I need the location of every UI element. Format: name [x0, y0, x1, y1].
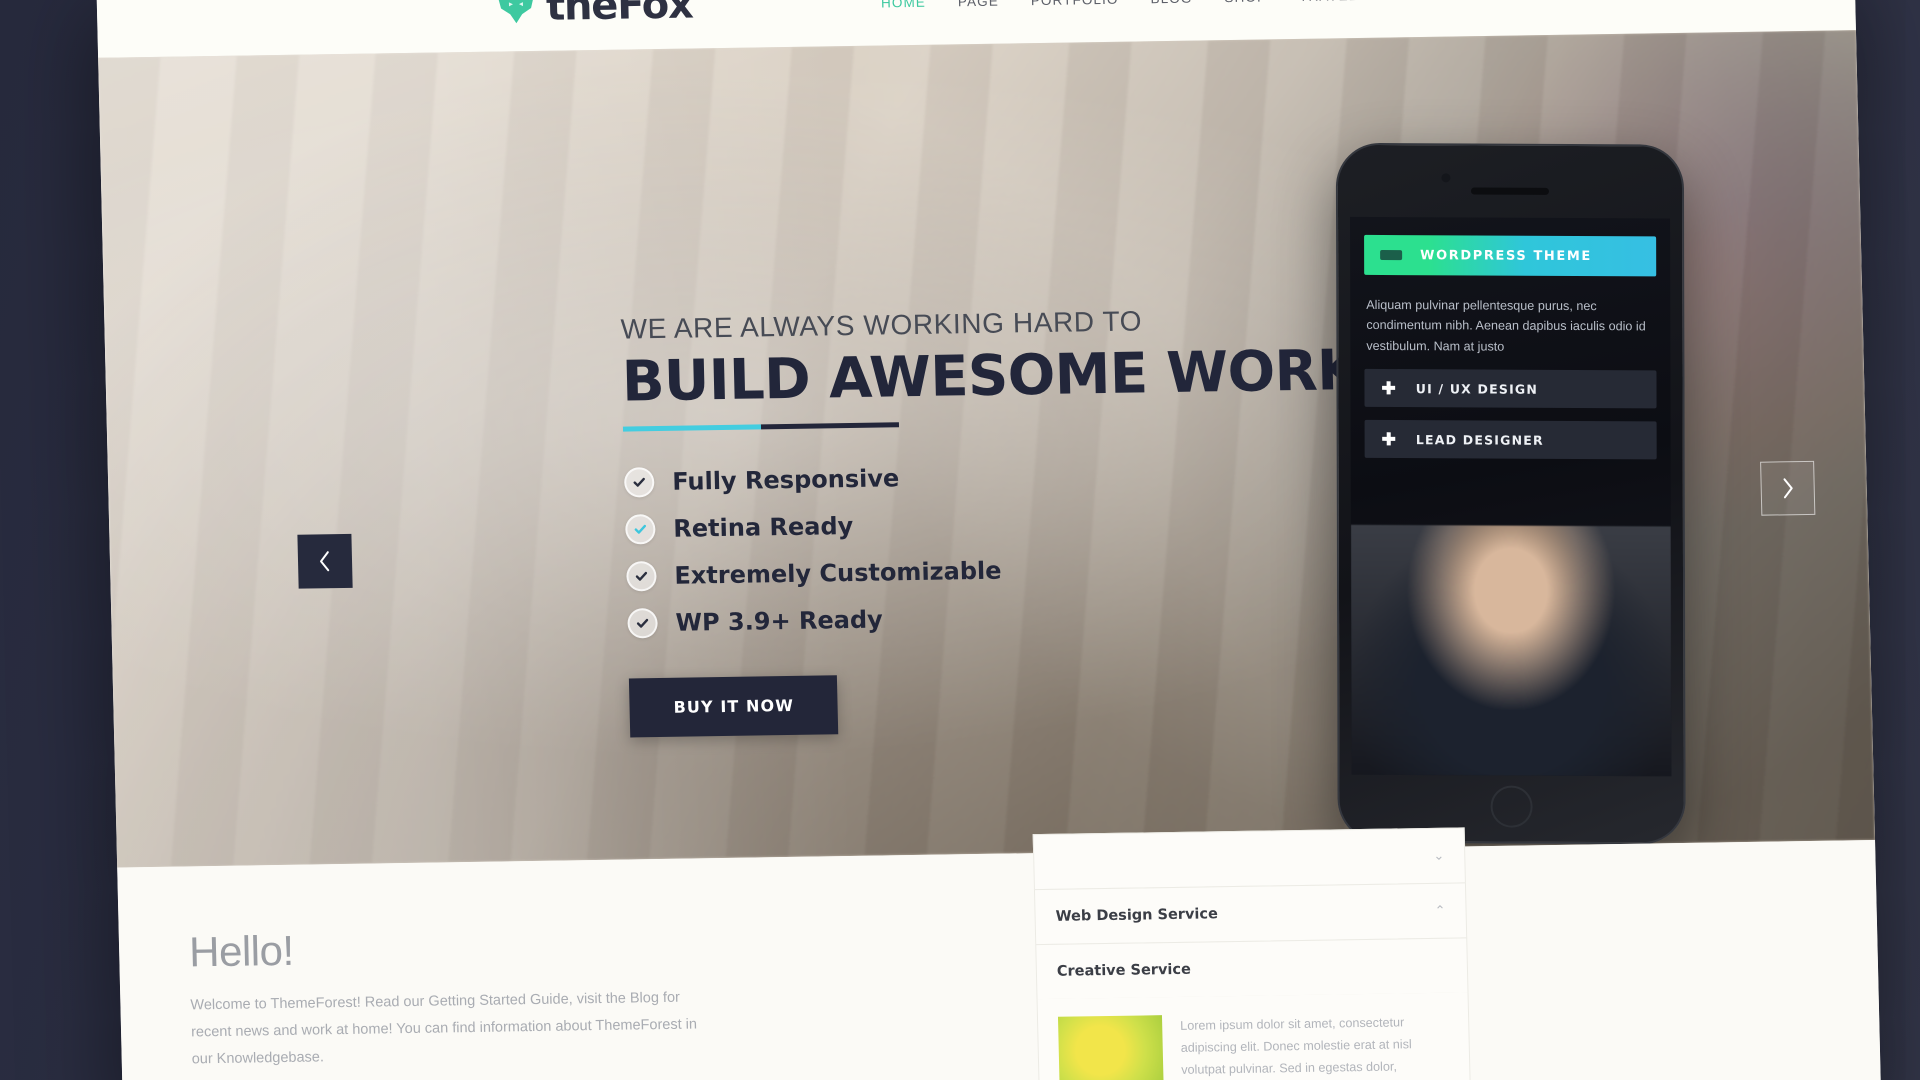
- phone-panel-title: WORDPRESS THEME: [1420, 247, 1592, 264]
- feature-label: Fully Responsive: [671, 464, 900, 496]
- chevron-up-icon: ⌃: [1434, 902, 1446, 918]
- phone-row-label: LEAD DESIGNER: [1415, 431, 1544, 448]
- nav-item-home[interactable]: HOME: [865, 0, 942, 10]
- nav-item-page[interactable]: PAGE: [942, 0, 1015, 9]
- phone-accordion-row-ui-ux[interactable]: ✚ UI / UX DESIGN: [1364, 369, 1657, 409]
- phone-speaker: [1470, 187, 1549, 195]
- header-icon-group: [1727, 0, 1816, 2]
- logo-wordmark: theFox: [545, 0, 694, 30]
- accordion-thumbnail-image: [1057, 1015, 1164, 1080]
- list-item: Retina Ready: [625, 504, 1266, 545]
- phone-screen: WORDPRESS THEME Aliquam pulvinar pellent…: [1350, 216, 1672, 777]
- phone-accordion-row-lead-designer[interactable]: ✚ LEAD DESIGNER: [1364, 420, 1657, 460]
- desktop-backdrop: theFox HOME PAGE PORTFOLIO BLOG SHOP TRA…: [0, 0, 1920, 1080]
- phone-portrait-photo: [1350, 524, 1672, 777]
- phone-panel-text: Aliquam pulvinar pellentesque purus, nec…: [1366, 297, 1646, 354]
- minus-icon: [1380, 249, 1403, 261]
- list-item: Extremely Customizable: [626, 551, 1267, 592]
- intro-paragraph: Welcome to ThemeForest! Read our Getting…: [190, 989, 698, 1068]
- nav-item-blog[interactable]: BLOG: [1134, 0, 1208, 6]
- accordion-body-text: Lorem ipsum dolor sit amet, consectetur …: [1180, 1015, 1412, 1077]
- shopping-basket-icon[interactable]: [1789, 0, 1816, 1]
- nav-item-shop[interactable]: SHOP: [1208, 0, 1283, 5]
- page-title: Hello!: [188, 926, 295, 976]
- feature-label: WP 3.9+ Ready: [675, 605, 884, 637]
- hero-title: BUILD AWESOME WORK: [621, 338, 1361, 415]
- accordion-title: Creative Service: [1056, 961, 1192, 980]
- check-circle-icon: [627, 607, 658, 639]
- chevron-down-icon: ⌄: [1433, 847, 1445, 863]
- fox-head-icon: [495, 0, 538, 25]
- accordion-panel-body: Lorem ipsum dolor sit amet, consectetur …: [1036, 992, 1473, 1080]
- accordion-title: Web Design Service: [1055, 906, 1219, 925]
- nav-item-portfolio[interactable]: PORTFOLIO: [1015, 0, 1135, 8]
- list-item: WP 3.9+ Ready: [627, 598, 1268, 639]
- phone-home-button: [1490, 785, 1533, 828]
- phone-camera: [1441, 173, 1451, 183]
- site-logo[interactable]: theFox: [494, 0, 693, 31]
- hero-accent-rule: [622, 422, 900, 432]
- nav-item-travel[interactable]: TRAVEL: [1283, 0, 1373, 4]
- phone-panel-header[interactable]: WORDPRESS THEME: [1364, 234, 1657, 277]
- accordion-header-web-design-service[interactable]: Web Design Service ⌃: [1033, 882, 1468, 946]
- accordion-header-collapsed[interactable]: ⌄: [1032, 827, 1466, 891]
- list-item: Fully Responsive: [623, 457, 1265, 498]
- nav-item-shortcodes[interactable]: SHORTCODES: [1373, 0, 1511, 2]
- phone-row-label: UI / UX DESIGN: [1415, 380, 1539, 397]
- lower-content-section: Hello! Welcome to ThemeForest! Read our …: [117, 827, 1883, 1080]
- search-icon[interactable]: [1741, 0, 1768, 2]
- feature-label: Extremely Customizable: [674, 556, 1002, 590]
- hero-feature-list: Fully Responsive Retina Ready Extremely …: [623, 457, 1268, 639]
- hero-copy-block: WE ARE ALWAYS WORKING HARD TO BUILD AWES…: [620, 304, 1361, 738]
- check-circle-icon: [623, 466, 655, 498]
- phone-mockup: WORDPRESS THEME Aliquam pulvinar pellent…: [1335, 142, 1686, 845]
- plus-icon: ✚: [1381, 429, 1396, 449]
- plus-icon: ✚: [1381, 378, 1396, 398]
- slider-prev-button[interactable]: [297, 533, 353, 589]
- rule-segment-dark: [760, 422, 900, 430]
- website-viewport: theFox HOME PAGE PORTFOLIO BLOG SHOP TRA…: [96, 0, 1883, 1080]
- feature-label: Retina Ready: [673, 511, 854, 543]
- main-navigation: HOME PAGE PORTFOLIO BLOG SHOP TRAVEL SHO…: [865, 0, 1816, 16]
- accordion-header-creative-service[interactable]: Creative Service: [1035, 937, 1469, 1001]
- check-circle-icon: [625, 513, 656, 545]
- hero-slider: WE ARE ALWAYS WORKING HARD TO BUILD AWES…: [98, 30, 1876, 868]
- buy-it-now-button[interactable]: BUY IT NOW: [628, 675, 839, 738]
- rule-segment-cyan: [622, 424, 762, 432]
- accordion: ⌄ Web Design Service ⌃ Creative Service …: [1032, 827, 1473, 1080]
- check-circle-icon: [626, 560, 657, 592]
- slider-next-button[interactable]: [1760, 460, 1816, 516]
